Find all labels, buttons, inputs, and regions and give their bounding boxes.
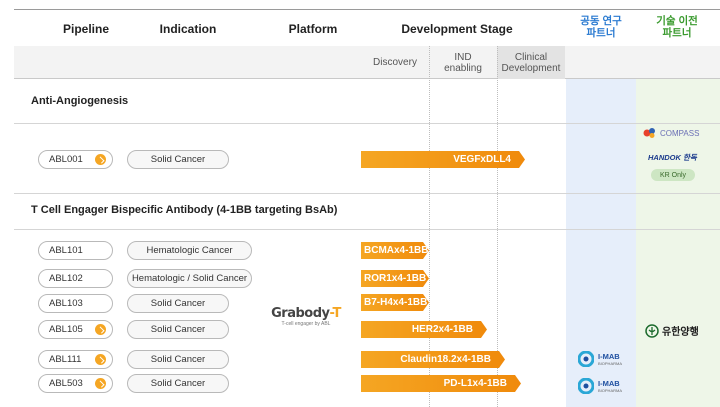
pipeline-pill-abl102[interactable]: ABL102 (38, 269, 113, 288)
indication-label: Solid Cancer (150, 298, 206, 309)
bar-label: ROR1x4-1BB (364, 273, 427, 284)
bar-label: B7-H4x4-1BB (364, 297, 428, 308)
indication-pill: Solid Cancer (127, 350, 229, 369)
yuhan-label: 유한양행 (662, 327, 699, 338)
milestone-marker-icon (95, 354, 106, 365)
indication-pill: Solid Cancer (127, 294, 229, 313)
indication-label: Solid Cancer (150, 354, 206, 365)
imab-sublabel: BIOPHARMA (598, 388, 623, 393)
tech-transfer-column-bg (636, 46, 720, 407)
imab-mark-icon (578, 378, 594, 394)
pipeline-pill-abl001[interactable]: ABL001 (38, 150, 113, 169)
header-co-research: 공동 연구 파트너 (580, 15, 622, 39)
yuhan-logo: 유한양행 (645, 323, 699, 338)
indication-label: Solid Cancer (150, 154, 206, 165)
header-tech-transfer: 기술 이전 파트너 (656, 15, 698, 39)
stage-discovery: Discovery (373, 57, 417, 68)
indication-label: Hematologic Cancer (146, 245, 233, 256)
milestone-marker-icon (95, 378, 106, 389)
header-indication: Indication (159, 22, 217, 36)
imab-label: I-MAB (598, 379, 620, 388)
bar-label: VEGFxDLL4 (453, 154, 511, 165)
stage-ind-enabling: IND enabling (444, 51, 482, 74)
indication-label: Solid Cancer (150, 378, 206, 389)
grabody-tagline: T-cell engager by ABL (281, 321, 331, 327)
yuhan-mark-icon (645, 323, 659, 338)
imab-sublabel: BIOPHARMA (598, 361, 623, 366)
section-divider (14, 123, 720, 124)
pipeline-pill-abl111[interactable]: ABL111 (38, 350, 113, 369)
stage-bar-pdl1: PD-L1x4-1BB (361, 375, 521, 392)
bar-label: Claudin18.2x4-1BB (400, 354, 491, 365)
kr-only-badge: KR Only (651, 169, 695, 181)
compass-logo: COMPASS (643, 127, 699, 139)
compass-label: COMPASS (660, 128, 700, 138)
indication-pill: Solid Cancer (127, 320, 229, 339)
stage-bar-ror1: ROR1x4-1BB (361, 270, 429, 287)
grabody-t-platform-logo: Grabody-T T-cell engager by ABL (266, 306, 346, 327)
indication-label: Hematologic / Solid Cancer (131, 273, 248, 284)
imab-label: I-MAB (598, 352, 620, 361)
stage-clinical-development: Clinical Development (497, 46, 565, 79)
pipeline-id: ABL001 (49, 154, 83, 165)
indication-pill: Solid Cancer (127, 150, 229, 169)
stage-bar-vegfxdll4: VEGFxDLL4 (361, 151, 525, 168)
pipeline-pill-abl503[interactable]: ABL503 (38, 374, 113, 393)
stage-bar-her2: HER2x4-1BB (361, 321, 487, 338)
bar-label: HER2x4-1BB (411, 324, 473, 335)
pipeline-id: ABL503 (49, 378, 83, 389)
indication-pill: Hematologic / Solid Cancer (127, 269, 252, 288)
pipeline-id: ABL111 (49, 354, 82, 365)
section-title-anti-angiogenesis: Anti-Angiogenesis (31, 95, 129, 107)
section-divider (14, 193, 720, 194)
indication-pill: Solid Cancer (127, 374, 229, 393)
handok-logo: HANDOK 한독 (648, 153, 697, 162)
imab-logo: I-MAB BIOPHARMA (578, 351, 622, 367)
bar-label: BCMAx4-1BB (364, 245, 429, 256)
pipeline-pill-abl105[interactable]: ABL105 (38, 320, 113, 339)
stage-bar-b7h4: B7-H4x4-1BB (361, 294, 429, 311)
pipeline-pill-abl101[interactable]: ABL101 (38, 241, 113, 260)
pipeline-id: ABL105 (49, 324, 83, 335)
pipeline-id: ABL102 (49, 273, 83, 284)
header-pipeline: Pipeline (62, 22, 109, 36)
imab-mark-icon (578, 351, 594, 367)
milestone-marker-icon (95, 154, 106, 165)
pipeline-pill-abl103[interactable]: ABL103 (38, 294, 113, 313)
compass-mark-icon (643, 128, 655, 138)
header-platform: Platform (288, 22, 338, 36)
indication-label: Solid Cancer (150, 324, 206, 335)
pipeline-id: ABL103 (49, 298, 83, 309)
pipeline-id: ABL101 (49, 245, 83, 256)
bar-label: PD-L1x4-1BB (443, 378, 507, 389)
indication-pill: Hematologic Cancer (127, 241, 252, 260)
stage-bar-claudin: Claudin18.2x4-1BB (361, 351, 505, 368)
stage-bar-bcma: BCMAx4-1BB (361, 242, 429, 259)
milestone-marker-icon (95, 324, 106, 335)
section-divider (14, 229, 720, 230)
imab-logo: I-MAB BIOPHARMA (578, 378, 622, 394)
grabody-wordmark: Grabody-T (271, 306, 341, 321)
header-development-stage: Development Stage (401, 22, 513, 36)
header-top-rule (14, 9, 720, 10)
section-title-t-cell-engager: T Cell Engager Bispecific Antibody (4-1B… (31, 204, 338, 216)
